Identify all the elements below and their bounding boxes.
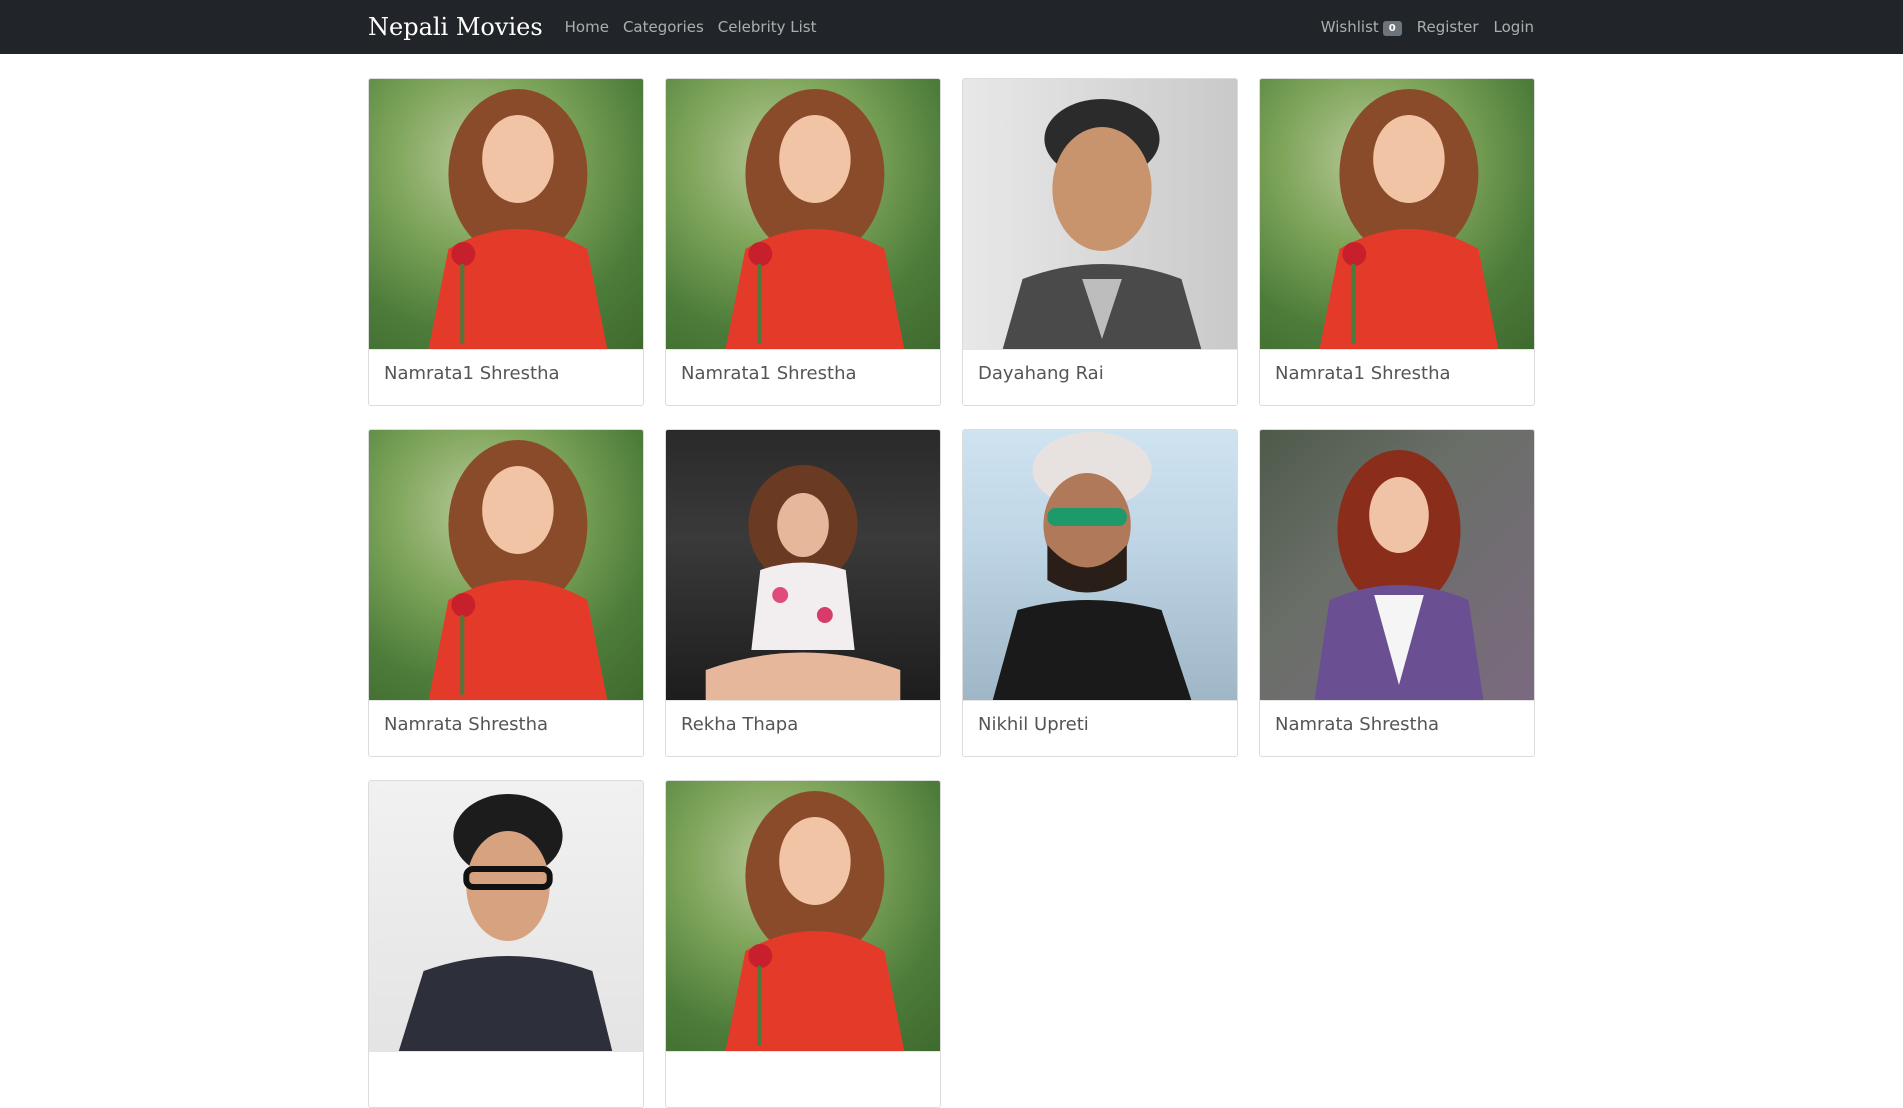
nav-link-categories[interactable]: Categories (623, 18, 704, 36)
wishlist-count-badge: 0 (1382, 20, 1402, 36)
celebrity-name[interactable]: Namrata1 Shrestha (681, 363, 925, 384)
celebrity-card[interactable]: Namrata1 Shrestha (665, 78, 941, 406)
celebrity-photo (963, 79, 1237, 349)
celebrity-name[interactable]: Namrata Shrestha (384, 714, 628, 735)
celebrity-card[interactable]: Dayahang Rai (962, 78, 1238, 406)
celebrity-photo (369, 79, 643, 349)
top-navbar: Nepali Movies Home Categories Celebrity … (0, 0, 1903, 54)
card-body (369, 1051, 643, 1107)
celebrity-photo (963, 430, 1237, 700)
celebrity-photo (369, 781, 643, 1051)
nav-link-register[interactable]: Register (1417, 18, 1479, 36)
celebrity-card[interactable]: Rekha Thapa (665, 429, 941, 757)
card-body: Namrata Shrestha (1260, 700, 1534, 756)
celebrity-name[interactable]: Dayahang Rai (978, 363, 1222, 384)
wishlist-label: Wishlist (1320, 17, 1379, 36)
navbar-right: Wishlist 0 Register Login (1321, 18, 1534, 37)
card-body (666, 1051, 940, 1107)
celebrity-card[interactable]: Namrata1 Shrestha (368, 78, 644, 406)
celebrity-photo (666, 430, 940, 700)
card-body: Namrata1 Shrestha (1260, 349, 1534, 405)
celebrity-card[interactable] (665, 780, 941, 1108)
navbar-left: Nepali Movies Home Categories Celebrity … (368, 13, 831, 41)
celebrity-card[interactable]: Namrata Shrestha (1259, 429, 1535, 757)
card-body: Namrata1 Shrestha (666, 349, 940, 405)
nav-link-celebrity-list[interactable]: Celebrity List (718, 18, 817, 36)
celebrity-card[interactable]: Nikhil Upreti (962, 429, 1238, 757)
celebrity-card[interactable]: Namrata Shrestha (368, 429, 644, 757)
celebrity-photo (1260, 430, 1534, 700)
brand-logo-link[interactable]: Nepali Movies (368, 13, 543, 41)
celebrity-name[interactable]: Namrata1 Shrestha (1275, 363, 1519, 384)
celebrity-photo (666, 79, 940, 349)
card-body: Namrata1 Shrestha (369, 349, 643, 405)
celebrity-photo (1260, 79, 1534, 349)
card-body: Dayahang Rai (963, 349, 1237, 405)
navbar-container: Nepali Movies Home Categories Celebrity … (368, 13, 1534, 41)
card-body: Nikhil Upreti (963, 700, 1237, 756)
nav-link-login[interactable]: Login (1494, 18, 1534, 36)
card-body: Namrata Shrestha (369, 700, 643, 756)
celebrity-name[interactable]: Rekha Thapa (681, 714, 925, 735)
celebrity-photo (666, 781, 940, 1051)
celebrity-name[interactable]: Namrata Shrestha (1275, 714, 1519, 735)
celebrity-name[interactable]: Namrata1 Shrestha (384, 363, 628, 384)
celebrity-card[interactable] (368, 780, 644, 1108)
nav-link-home[interactable]: Home (565, 18, 609, 36)
celebrity-grid: Namrata1 Shrestha Namrata1 Shrestha Daya… (368, 78, 1535, 1108)
celebrity-name[interactable]: Nikhil Upreti (978, 714, 1222, 735)
card-body: Rekha Thapa (666, 700, 940, 756)
celebrity-card[interactable]: Namrata1 Shrestha (1259, 78, 1535, 406)
celebrity-photo (369, 430, 643, 700)
nav-link-wishlist[interactable]: Wishlist 0 (1321, 18, 1402, 37)
